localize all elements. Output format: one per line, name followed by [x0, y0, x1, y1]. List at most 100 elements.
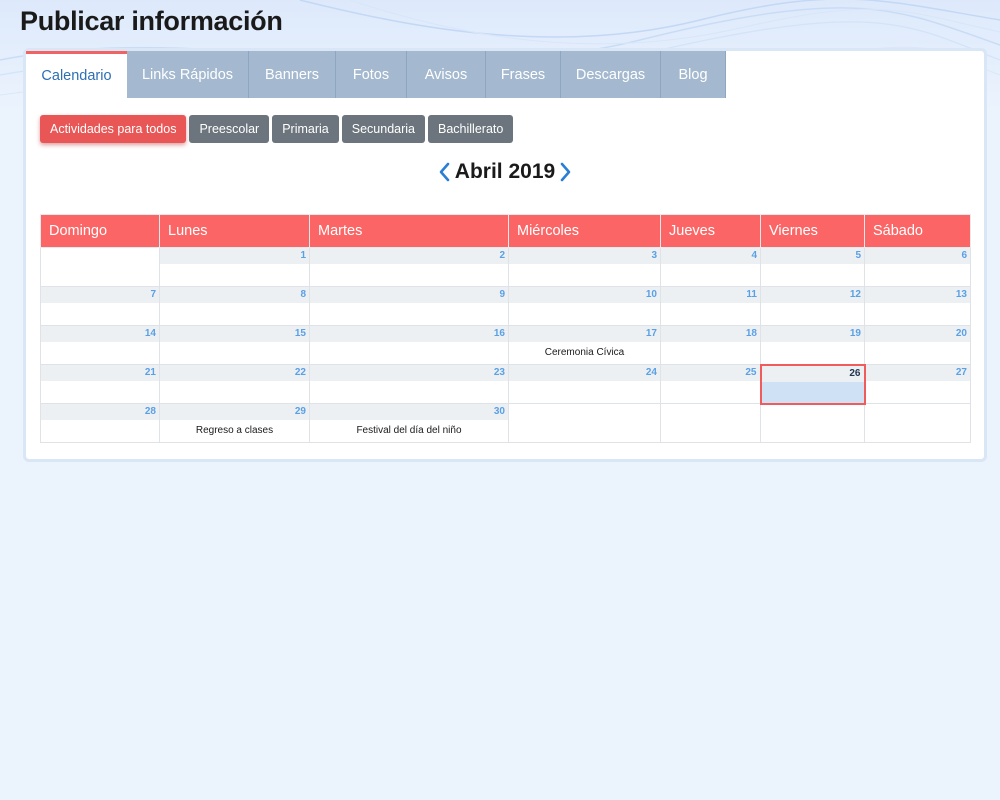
calendar-day-cell[interactable]: 10 [508, 286, 661, 326]
day-number: 3 [509, 248, 660, 264]
day-number: 28 [41, 404, 159, 420]
tab-frases[interactable]: Frases [486, 51, 561, 98]
calendar-day-cell[interactable]: 28 [40, 403, 160, 443]
day-number: 17 [509, 326, 660, 342]
calendar-day-cell[interactable]: 15 [159, 325, 310, 365]
calendar-day-cell[interactable]: 18 [660, 325, 761, 365]
day-number: 20 [865, 326, 970, 342]
weekday-header: Sábado [864, 214, 971, 248]
filter-secundaria-button[interactable]: Secundaria [341, 115, 426, 143]
day-number: 15 [160, 326, 309, 342]
weekday-header-row: Domingo Lunes Martes Miércoles Jueves Viernes… [40, 214, 971, 248]
day-number: 22 [160, 365, 309, 381]
calendar-day-cell[interactable]: 16 [309, 325, 509, 365]
weekday-header: Martes [309, 214, 509, 248]
tab-banners[interactable]: Banners [249, 51, 336, 98]
calendar-day-cell[interactable]: 1 [159, 247, 310, 287]
calendar-day-cell[interactable]: 7 [40, 286, 160, 326]
next-month-button[interactable] [559, 160, 573, 184]
month-navigation: Abril 2019 [26, 159, 984, 185]
calendar-day-cell[interactable]: 23 [309, 364, 509, 404]
calendar-day-cell[interactable]: 13 [864, 286, 971, 326]
day-number: 29 [160, 404, 309, 420]
tab-blog[interactable]: Blog [661, 51, 726, 98]
tab-calendario[interactable]: Calendario [26, 51, 127, 98]
tab-bar: Calendario Links Rápidos Banners Fotos A… [26, 51, 726, 99]
weekday-header: Miércoles [508, 214, 661, 248]
day-number: 14 [41, 326, 159, 342]
filter-preescolar-button[interactable]: Preescolar [189, 115, 270, 143]
day-number: 9 [310, 287, 508, 303]
day-number: 18 [661, 326, 760, 342]
today-highlight [761, 381, 864, 403]
day-number: 10 [509, 287, 660, 303]
day-number: 19 [761, 326, 864, 342]
calendar-day-cell[interactable]: 24 [508, 364, 661, 404]
calendar-week-row: 28 29 Regreso a clases 30 Festival del día d… [40, 403, 971, 443]
filter-primaria-button[interactable]: Primaria [272, 115, 339, 143]
calendar-empty-cell [760, 403, 865, 443]
calendar-week-row: 14 15 16 17 Ceremonia Cívica 18 19 20 [40, 325, 971, 365]
calendar-day-cell[interactable]: 2 [309, 247, 509, 287]
day-number: 30 [310, 404, 508, 420]
page-title: Publicar información [20, 6, 283, 36]
day-number: 27 [865, 365, 970, 381]
filter-actividades-para-todos-button[interactable]: Actividades para todos [40, 115, 187, 143]
chevron-right-icon [560, 162, 571, 182]
tab-fotos[interactable]: Fotos [336, 51, 407, 98]
calendar-day-cell[interactable]: 3 [508, 247, 661, 287]
weekday-header: Lunes [159, 214, 310, 248]
calendar-day-cell[interactable]: 17 Ceremonia Cívica [508, 325, 661, 365]
calendar-day-cell[interactable]: 5 [760, 247, 865, 287]
calendar-empty-cell [508, 403, 661, 443]
calendar-event[interactable]: Regreso a clases [160, 420, 309, 442]
prev-month-button[interactable] [437, 160, 451, 184]
filter-bachillerato-button[interactable]: Bachillerato [428, 115, 514, 143]
day-number: 13 [865, 287, 970, 303]
calendar-day-cell[interactable]: 30 Festival del día del niño [309, 403, 509, 443]
calendar-day-cell[interactable]: 19 [760, 325, 865, 365]
day-number: 23 [310, 365, 508, 381]
day-number: 16 [310, 326, 508, 342]
calendar-day-cell[interactable]: 21 [40, 364, 160, 404]
calendar-day-cell[interactable]: 27 [864, 364, 971, 404]
calendar-day-cell[interactable]: 6 [864, 247, 971, 287]
day-number: 26 [761, 365, 864, 382]
day-number: 4 [661, 248, 760, 264]
calendar-event[interactable]: Festival del día del niño [310, 420, 508, 442]
day-number: 21 [41, 365, 159, 381]
calendar-day-cell[interactable]: 29 Regreso a clases [159, 403, 310, 443]
weekday-header: Jueves [660, 214, 761, 248]
weekday-header: Domingo [40, 214, 160, 248]
day-number: 6 [865, 248, 970, 264]
tab-links-rapidos[interactable]: Links Rápidos [127, 51, 249, 98]
calendar-day-cell[interactable]: 8 [159, 286, 310, 326]
month-title: Abril 2019 [454, 160, 556, 183]
calendar-day-cell[interactable]: 12 [760, 286, 865, 326]
tab-descargas[interactable]: Descargas [561, 51, 661, 98]
calendar-day-cell[interactable]: 20 [864, 325, 971, 365]
calendar-event[interactable]: Ceremonia Cívica [509, 342, 660, 364]
day-number: 1 [160, 248, 309, 264]
calendar-day-cell[interactable]: 11 [660, 286, 761, 326]
calendar-day-cell[interactable]: 14 [40, 325, 160, 365]
calendar-day-cell[interactable]: 25 [660, 364, 761, 404]
tab-avisos[interactable]: Avisos [407, 51, 486, 98]
day-number: 24 [509, 365, 660, 381]
level-filter-group: Actividades para todos Preescolar Primar… [40, 115, 514, 143]
calendar-empty-cell [40, 247, 160, 287]
day-number: 25 [661, 365, 760, 381]
calendar-day-cell-today[interactable]: 26 [759, 363, 866, 405]
day-number: 11 [661, 287, 760, 303]
day-number: 12 [761, 287, 864, 303]
weekday-header: Viernes [760, 214, 865, 248]
content-card: Calendario Links Rápidos Banners Fotos A… [23, 48, 987, 462]
calendar-week-row: 21 22 23 24 25 26 27 [40, 363, 971, 405]
calendar-day-cell[interactable]: 4 [660, 247, 761, 287]
calendar-empty-cell [660, 403, 761, 443]
calendar-day-cell[interactable]: 9 [309, 286, 509, 326]
calendar-day-cell[interactable]: 22 [159, 364, 310, 404]
calendar-week-row: 7 8 9 10 11 12 13 [40, 286, 971, 326]
day-number: 2 [310, 248, 508, 264]
calendar-week-row: 123456 [40, 247, 971, 287]
